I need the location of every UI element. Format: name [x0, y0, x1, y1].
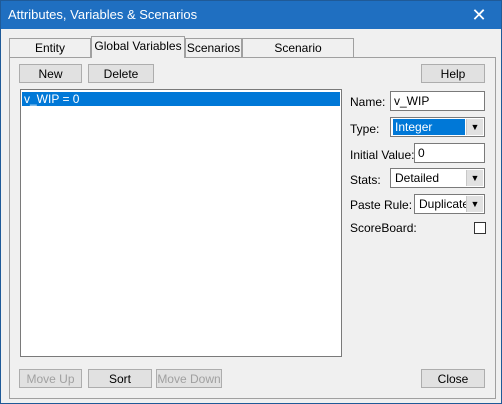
help-button[interactable]: Help [421, 64, 485, 83]
delete-button[interactable]: Delete [88, 64, 154, 83]
tab-panel: New Delete Help v_WIP = 0 Name: v_WIP Ty… [9, 57, 496, 399]
paste-rule-select[interactable]: Duplicate ▼ [414, 194, 485, 214]
tab-entity-attributes[interactable]: Entity Attributes [9, 38, 91, 73]
sort-button[interactable]: Sort [88, 369, 152, 388]
tab-global-variables[interactable]: Global Variables [91, 36, 185, 58]
new-button[interactable]: New [19, 64, 82, 83]
tab-scenario-parameters[interactable]: Scenario Parameters [242, 38, 354, 73]
stats-label: Stats: [350, 173, 381, 187]
list-item[interactable]: v_WIP = 0 [22, 92, 340, 106]
chevron-down-icon[interactable]: ▼ [466, 119, 483, 135]
type-select-value: Integer [393, 119, 465, 135]
name-label: Name: [350, 95, 386, 109]
type-label: Type: [350, 122, 380, 136]
stats-select[interactable]: Detailed ▼ [390, 168, 485, 188]
title-bar[interactable]: Attributes, Variables & Scenarios ✕ [1, 1, 501, 29]
paste-rule-select-value: Duplicate [419, 197, 470, 211]
move-up-button[interactable]: Move Up [19, 369, 82, 388]
dialog-window: Attributes, Variables & Scenarios ✕ Enti… [0, 0, 502, 404]
window-title: Attributes, Variables & Scenarios [8, 7, 198, 22]
initial-value-label: Initial Value: [350, 148, 415, 162]
chevron-down-icon[interactable]: ▼ [466, 196, 483, 212]
paste-rule-label: Paste Rule: [350, 198, 413, 212]
stats-select-value: Detailed [395, 171, 440, 185]
scoreboard-checkbox[interactable] [474, 222, 486, 234]
scoreboard-label: ScoreBoard: [350, 221, 417, 235]
tab-scenarios[interactable]: Scenarios [185, 38, 242, 57]
name-field[interactable]: v_WIP [390, 91, 485, 111]
chevron-down-icon[interactable]: ▼ [466, 170, 483, 186]
close-icon[interactable]: ✕ [457, 1, 501, 29]
type-select[interactable]: Integer ▼ [390, 117, 485, 137]
close-button[interactable]: Close [421, 369, 485, 388]
variables-list[interactable]: v_WIP = 0 [20, 89, 342, 357]
move-down-button[interactable]: Move Down [156, 369, 222, 388]
initial-value-field[interactable]: 0 [414, 143, 485, 163]
